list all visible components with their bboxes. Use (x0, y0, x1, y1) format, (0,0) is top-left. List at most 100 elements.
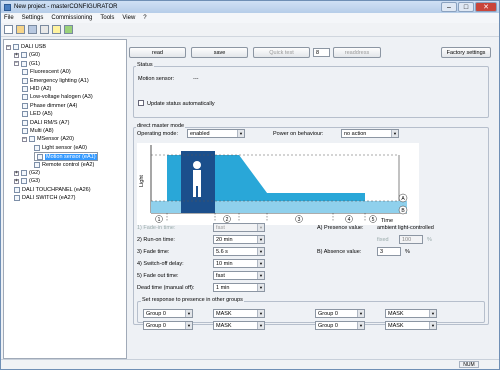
tree-item[interactable]: Emergency lighting (A1) (22, 77, 89, 85)
menu-commissioning[interactable]: Commissioning (51, 15, 92, 21)
menu-settings[interactable]: Settings (22, 15, 44, 21)
lamp-icon (22, 119, 28, 126)
network-icon[interactable] (40, 25, 49, 34)
tree-item[interactable]: DALI TOUCHPANEL (eA26) (14, 186, 91, 194)
device-tree[interactable]: − DALI USB + (G0) − (G1) Fluorescent (A0) Emerg… (3, 39, 127, 359)
address-field[interactable]: 8 (313, 48, 330, 57)
tree-item[interactable]: DALI RM/S (A7) (22, 119, 69, 127)
maximize-button[interactable]: □ (458, 2, 474, 12)
wizard-icon[interactable] (64, 25, 73, 34)
tree-item[interactable]: DALI SWITCH (eA27) (14, 194, 75, 202)
tree-item[interactable]: Light sensor (eA0) (34, 144, 87, 152)
tree-item-label: Low-voltage halogen (A3) (30, 94, 93, 101)
auto-update-checkbox[interactable] (138, 100, 144, 106)
tree-expander-icon[interactable]: + (14, 52, 19, 58)
group-icon (21, 178, 27, 185)
minimize-button[interactable]: – (441, 2, 457, 12)
quick-test-button[interactable]: Quick test (253, 47, 310, 58)
tree-item-label: DALI USB (21, 44, 47, 50)
group-icon (21, 60, 27, 67)
auto-update-label: Update status automatically (147, 101, 215, 107)
fade-in-select[interactable]: fast ▼ (213, 223, 265, 232)
tree-item[interactable]: − MSensor (A20) (22, 135, 74, 143)
graph-xlabel: Time (381, 218, 393, 224)
switch-off-delay-label: 4) Switch-off delay: (137, 261, 184, 267)
num-lock-indicator: NUM (459, 361, 479, 368)
tree-item[interactable]: LED (A5) (22, 110, 53, 118)
group-select-3[interactable]: Group 0 ▼ (143, 321, 193, 330)
tree-expander-icon[interactable]: − (14, 61, 19, 67)
graph-marker-4: 4 (348, 217, 351, 223)
tree-item[interactable]: − (G1) (14, 60, 40, 68)
tree-expander-icon[interactable]: − (6, 44, 11, 50)
power-on-select[interactable]: no action ▼ (341, 129, 399, 138)
tree-item[interactable]: + (G0) (14, 51, 40, 59)
direct-master-label: direct master mode (136, 123, 186, 129)
open-folder-icon[interactable] (16, 25, 25, 34)
operating-mode-select[interactable]: enabled ▼ (187, 129, 245, 138)
fixed-value-field[interactable]: 100 (399, 235, 423, 244)
new-file-icon[interactable] (4, 25, 13, 34)
tree-item[interactable]: + (G3) (14, 177, 40, 185)
group-select-4[interactable]: Group 0 ▼ (315, 321, 365, 330)
motion-sensor-label: Motion sensor: (138, 76, 175, 82)
fade-out-label: 5) Fade out time: (137, 273, 179, 279)
save-button[interactable]: save (191, 47, 248, 58)
tree-item[interactable]: Fluorescent (A0) (22, 68, 71, 76)
tree-item[interactable]: Remote control (eA2) (34, 161, 94, 169)
tree-item-label: DALI RM/S (A7) (30, 119, 70, 126)
read-button[interactable]: read (129, 47, 186, 58)
mask-select-1[interactable]: MASK ▼ (213, 309, 265, 318)
mask-select-3[interactable]: MASK ▼ (213, 321, 265, 330)
run-on-select[interactable]: 20 min ▼ (213, 235, 265, 244)
tree-item[interactable]: HID (A2) (22, 85, 51, 93)
dead-time-select[interactable]: 1 min ▼ (213, 283, 265, 292)
menu-tools[interactable]: Tools (100, 15, 114, 21)
tree-item-label: Light sensor (eA0) (42, 144, 87, 151)
graph-marker-5: 5 (372, 217, 375, 223)
bulb-icon[interactable] (52, 25, 61, 34)
tree-item-label: Emergency lighting (A1) (30, 77, 89, 84)
tree-item-label: Remote control (eA2) (42, 161, 95, 168)
switch-off-delay-select[interactable]: 10 min ▼ (213, 259, 265, 268)
absence-value-field[interactable]: 3 (377, 247, 401, 256)
app-window: New project - masterCONFIGURATOR – □ ✕ F… (0, 0, 500, 370)
fixed-label: fixed (377, 237, 389, 243)
fade-out-select[interactable]: fast ▼ (213, 271, 265, 280)
remote-icon (34, 161, 40, 168)
factory-settings-button[interactable]: Factory settings (441, 47, 491, 58)
mask-select-4[interactable]: MASK ▼ (385, 321, 437, 330)
lamp-icon (22, 94, 28, 101)
mask-select-2[interactable]: MASK ▼ (385, 309, 437, 318)
tree-item-label: LED (A5) (30, 111, 53, 118)
readdress-button[interactable]: readdress (333, 47, 381, 58)
close-button[interactable]: ✕ (475, 2, 497, 12)
tree-expander-icon[interactable]: − (22, 136, 27, 142)
app-icon (4, 3, 11, 11)
tree-item[interactable]: Multi (A8) (22, 127, 54, 135)
tree-item-label: (G0) (29, 52, 40, 59)
lamp-icon (22, 102, 28, 109)
menu-file[interactable]: File (4, 15, 14, 21)
menu-view[interactable]: View (122, 15, 135, 21)
tree-item-label: (G2) (29, 170, 40, 176)
tree-item[interactable]: Phase dimmer (A4) (22, 102, 77, 110)
window-title: New project - masterCONFIGURATOR (14, 4, 118, 10)
tree-expander-icon[interactable]: + (14, 170, 19, 176)
person-icon-body (193, 170, 201, 186)
sensor-icon (34, 144, 40, 151)
tree-item[interactable]: − DALI USB (6, 43, 46, 51)
fade-time-select[interactable]: 5.6 s ▼ (213, 247, 265, 256)
presence-value-label: A) Presence value: (317, 225, 364, 231)
menu-help[interactable]: ? (143, 15, 146, 21)
tree-item[interactable]: + (G2) (14, 169, 40, 177)
tree-expander-icon[interactable]: + (14, 178, 19, 184)
group-select-2[interactable]: Group 0 ▼ (315, 309, 365, 318)
absence-value-label: B) Absence value: (317, 249, 362, 255)
tree-item-label: DALI TOUCHPANEL (eA26) (22, 186, 91, 193)
group-select-1[interactable]: Group 0 ▼ (143, 309, 193, 318)
save-disk-icon[interactable] (28, 25, 37, 34)
tree-item[interactable]: Low-voltage halogen (A3) (22, 93, 93, 101)
operating-mode-label: Operating mode: (137, 131, 178, 137)
lamp-icon (22, 111, 28, 118)
